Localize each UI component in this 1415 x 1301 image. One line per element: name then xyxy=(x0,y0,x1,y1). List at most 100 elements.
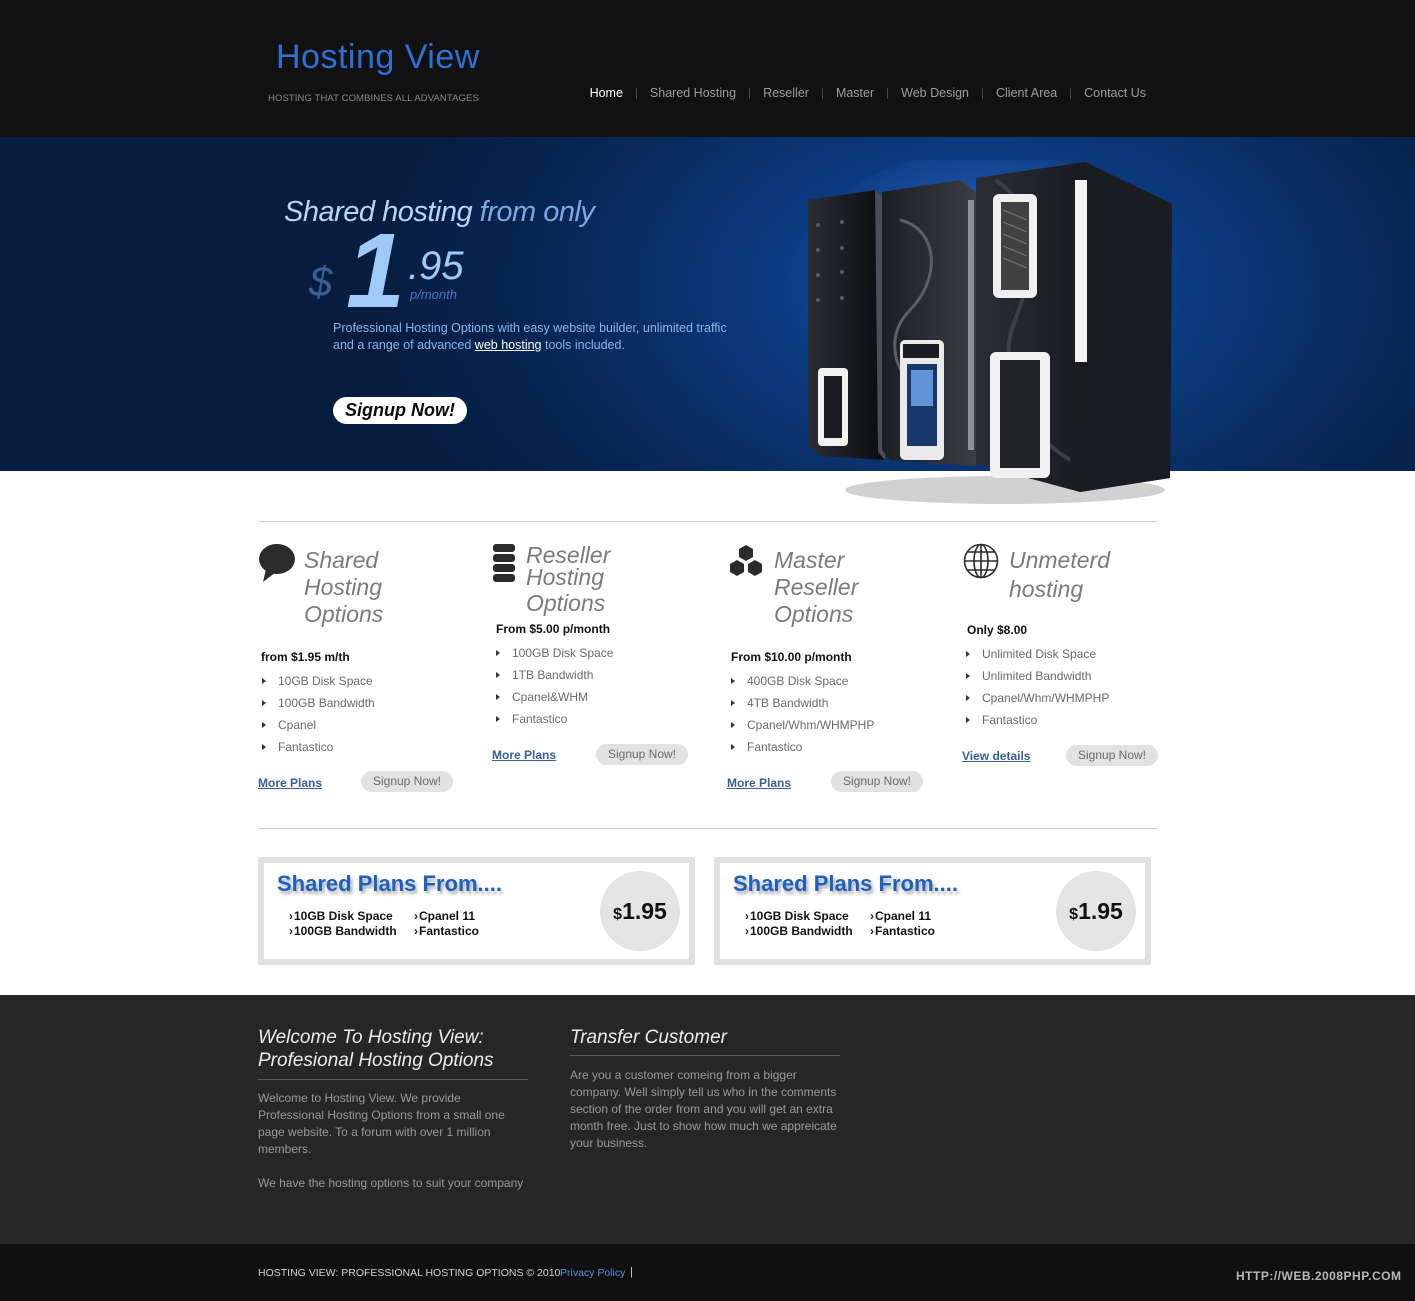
plan-feature: 1TB Bandwidth xyxy=(492,664,613,686)
welcome-paragraph: We have the hosting options to suit your… xyxy=(258,1176,524,1190)
bottom-bar xyxy=(0,1244,1415,1301)
nav-separator xyxy=(1070,87,1072,99)
nav-client-area[interactable]: Client Area xyxy=(996,86,1057,100)
welcome-heading-line: Welcome To Hosting View: xyxy=(258,1027,484,1048)
footer-separator: | xyxy=(630,1266,633,1278)
web-hosting-link[interactable]: web hosting xyxy=(475,338,542,352)
plan-feature: Cpanel/Whm/WHMPHP xyxy=(727,714,874,736)
more-plans-link[interactable]: More Plans xyxy=(492,748,556,762)
plan-feature: Unlimited Bandwidth xyxy=(962,665,1109,687)
plan-feature: Cpanel xyxy=(258,714,375,736)
plan-title-line: Shared xyxy=(304,547,379,573)
banner-price: 1.95 xyxy=(1078,898,1123,924)
banner-feature: 10GB Disk Space xyxy=(745,909,849,923)
nav-master[interactable]: Master xyxy=(836,86,874,100)
plan-signup-button[interactable]: Signup Now! xyxy=(596,744,688,765)
nav-separator xyxy=(635,87,637,99)
hero-price-integer: 1 xyxy=(346,212,405,330)
plans-top-divider xyxy=(258,521,1158,522)
plan-feature: Fantastico xyxy=(727,736,874,758)
hexagons-icon xyxy=(730,545,762,576)
nav-home[interactable]: Home xyxy=(590,86,623,100)
welcome-divider xyxy=(258,1079,528,1080)
hero-headline: Shared hosting from only xyxy=(284,196,595,229)
banner-feature: Fantastico xyxy=(870,924,935,938)
banner-feature: 100GB Bandwidth xyxy=(289,924,397,938)
plan-title-line: Options xyxy=(526,590,606,616)
plan-signup-button[interactable]: Signup Now! xyxy=(361,771,453,792)
hero-headline-dim: from only xyxy=(479,196,595,228)
plan-title-line: hosting xyxy=(1009,576,1084,602)
plan-title-line: Master xyxy=(774,547,845,573)
plan-title-line: Hosting xyxy=(526,564,604,590)
plan-card-unmetered: Unmeterd hosting Only $8.00 Unlimited Di… xyxy=(962,542,1162,802)
plan-price: Only $8.00 xyxy=(967,623,1028,637)
plan-feature: 4TB Bandwidth xyxy=(727,692,874,714)
hero-description: Professional Hosting Options with easy w… xyxy=(333,320,763,354)
plan-price: From $5.00 p/month xyxy=(496,622,611,636)
plan-signup-button[interactable]: Signup Now! xyxy=(1066,745,1158,766)
banner-feature: 10GB Disk Space xyxy=(289,909,393,923)
hero-price-period: p/month xyxy=(410,287,457,302)
logo-title[interactable]: Hosting View xyxy=(276,38,480,77)
plan-title-line: Reseller xyxy=(526,542,611,568)
more-plans-link[interactable]: More Plans xyxy=(727,776,791,790)
banner-feature: 100GB Bandwidth xyxy=(745,924,853,938)
nav-shared-hosting[interactable]: Shared Hosting xyxy=(650,86,736,100)
plan-title-line: Options xyxy=(774,601,854,627)
plan-title-line: Options xyxy=(304,601,384,627)
nav-separator xyxy=(982,87,983,99)
speech-bubble-icon xyxy=(259,544,295,582)
logo-tagline: HOSTING THAT COMBINES ALL ADVANTAGES xyxy=(268,93,479,104)
banner-feature: Cpanel 11 xyxy=(870,909,931,923)
banner-title: Shared Plans From.... xyxy=(733,871,958,896)
watermark-text: HTTP://WEB.2008PHP.COM xyxy=(1236,1269,1402,1283)
plan-feature: 400GB Disk Space xyxy=(727,670,874,692)
site-header xyxy=(0,0,1415,137)
banner-price-badge: $1.95 xyxy=(600,871,680,951)
transfer-heading: Transfer Customer xyxy=(570,1027,727,1048)
plan-card-shared: Shared Hosting Options from $1.95 m/th 1… xyxy=(258,542,468,802)
hero-desc-suffix: tools included. xyxy=(545,338,625,352)
welcome-heading-line: Profesional Hosting Options xyxy=(258,1050,494,1071)
plan-title-line: Reseller xyxy=(774,574,859,600)
plan-feature: 100GB Disk Space xyxy=(492,642,613,664)
banner-feature: Fantastico xyxy=(414,924,479,938)
hero-signup-button[interactable]: Signup Now! xyxy=(333,397,467,424)
plan-feature: Fantastico xyxy=(258,736,375,758)
hero-currency: $ xyxy=(309,258,333,305)
plan-signup-button[interactable]: Signup Now! xyxy=(831,771,923,792)
plan-title-line: Unmeterd xyxy=(1009,547,1110,573)
welcome-heading: Welcome To Hosting View: Profesional Hos… xyxy=(258,1026,494,1072)
nav-contact-us[interactable]: Contact Us xyxy=(1084,86,1146,100)
nav-web-design[interactable]: Web Design xyxy=(901,86,969,100)
view-details-link[interactable]: View details xyxy=(962,749,1030,763)
banner-currency: $ xyxy=(1069,906,1079,923)
nav-separator xyxy=(749,87,751,99)
plan-card-reseller: Reseller Hosting Options From $5.00 p/mo… xyxy=(492,542,702,802)
hero-price-decimal: .95 xyxy=(408,244,464,288)
plan-title: Shared Hosting Options xyxy=(304,547,383,628)
plan-feature-list: 100GB Disk Space 1TB Bandwidth Cpanel&WH… xyxy=(492,642,613,730)
more-plans-link[interactable]: More Plans xyxy=(258,776,322,790)
plan-title-line: Hosting xyxy=(304,574,382,600)
plan-card-master: Master Reseller Options From $10.00 p/mo… xyxy=(727,542,937,802)
plan-feature: 10GB Disk Space xyxy=(258,670,375,692)
shared-plans-banner[interactable]: Shared Plans From.... 10GB Disk Space 10… xyxy=(714,857,1151,965)
plan-title: Unmeterd hosting xyxy=(1009,547,1110,603)
privacy-policy-link[interactable]: Privacy Policy xyxy=(560,1267,625,1279)
plan-feature-list: 10GB Disk Space 100GB Bandwidth Cpanel F… xyxy=(258,670,375,758)
plans-bottom-divider xyxy=(258,828,1158,829)
plan-feature: Cpanel&WHM xyxy=(492,686,613,708)
plan-title: Master Reseller Options xyxy=(774,547,858,628)
plan-feature: 100GB Bandwidth xyxy=(258,692,375,714)
hero-desc-line1: Professional Hosting Options with easy w… xyxy=(333,321,727,335)
nav-reseller[interactable]: Reseller xyxy=(763,86,809,100)
transfer-paragraph: Are you a customer comeing from a bigger… xyxy=(570,1068,837,1150)
copyright-text: HOSTING VIEW: PROFESSIONAL HOSTING OPTIO… xyxy=(258,1267,561,1279)
welcome-paragraph: Welcome to Hosting View. We provide Prof… xyxy=(258,1091,505,1156)
banner-price: 1.95 xyxy=(622,898,667,924)
shared-plans-banner[interactable]: Shared Plans From.... 10GB Disk Space 10… xyxy=(258,857,695,965)
hero-desc-prefix: and a range of advanced xyxy=(333,338,472,352)
plan-title: Reseller Hosting Options xyxy=(526,542,611,616)
